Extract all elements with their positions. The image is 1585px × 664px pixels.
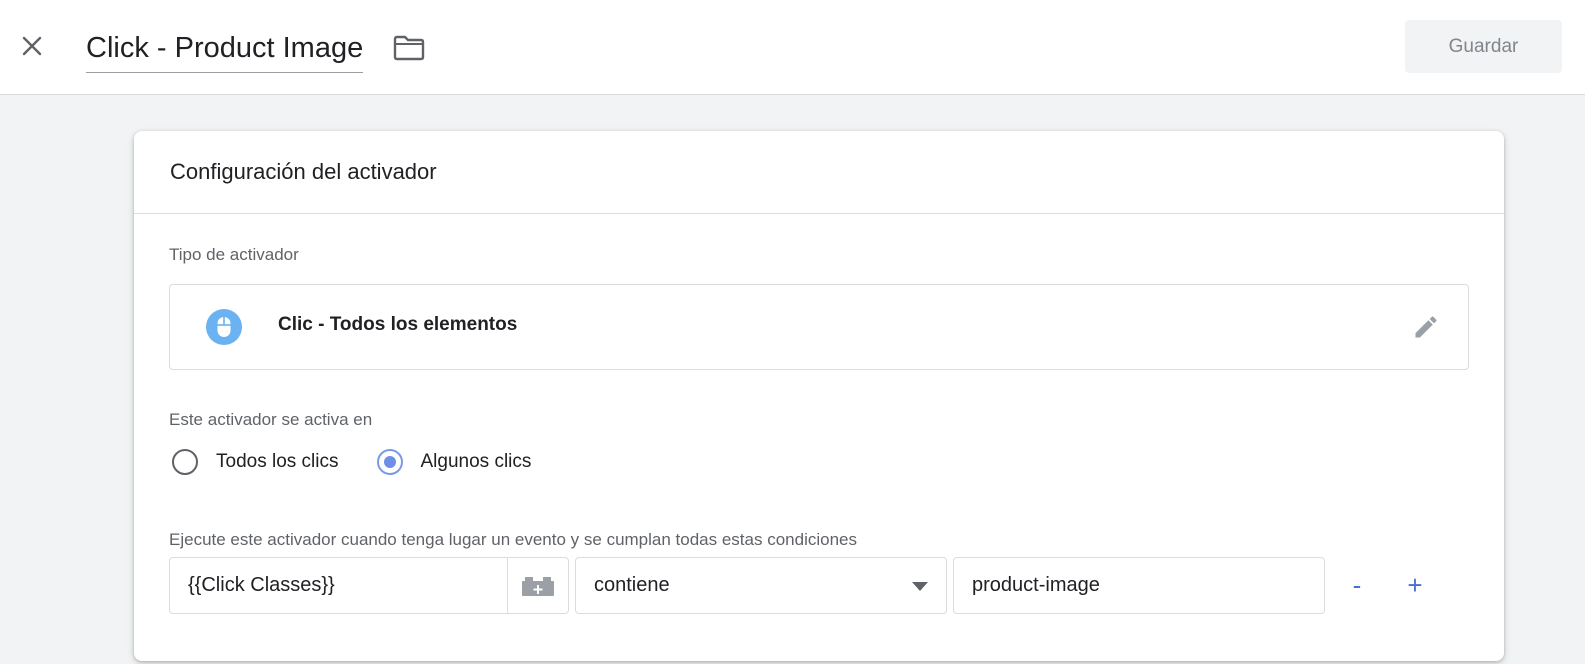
variable-picker-button[interactable] xyxy=(507,558,568,613)
remove-condition-button[interactable]: - xyxy=(1337,557,1377,614)
add-variable-icon xyxy=(522,576,554,596)
condition-operator-value: contiene xyxy=(594,574,670,596)
radio-button-unchecked[interactable] xyxy=(172,449,198,475)
pencil-icon xyxy=(1415,316,1437,338)
fires-on-radio-group: Todos los clics Algunos clics xyxy=(172,449,569,475)
radio-label-all-clicks: Todos los clics xyxy=(216,451,339,472)
folder-icon xyxy=(393,35,425,61)
condition-row: contiene - + xyxy=(169,557,1435,616)
save-button[interactable]: Guardar xyxy=(1405,20,1562,73)
condition-operator-select[interactable]: contiene xyxy=(575,557,947,614)
mouse-icon xyxy=(206,309,242,345)
trigger-type-selector[interactable]: Clic - Todos los elementos xyxy=(169,284,1469,370)
trigger-config-card: Configuración del activador Tipo de acti… xyxy=(134,131,1504,661)
radio-label-some-clicks: Algunos clics xyxy=(420,451,532,472)
radio-option-all-clicks[interactable]: Todos los clics xyxy=(172,449,339,475)
conditions-label: Ejecute este activador cuando tenga luga… xyxy=(169,530,857,549)
condition-value-field xyxy=(953,557,1325,614)
trigger-name-field[interactable]: Click - Product Image xyxy=(86,26,364,73)
chevron-down-icon xyxy=(912,582,928,591)
condition-variable-input[interactable] xyxy=(170,558,507,613)
card-title: Configuración del activador xyxy=(170,159,437,184)
condition-value-input[interactable] xyxy=(954,558,1324,613)
trigger-type-name: Clic - Todos los elementos xyxy=(278,314,518,335)
edit-trigger-type-button[interactable] xyxy=(1410,311,1442,343)
trigger-name: Click - Product Image xyxy=(86,32,364,64)
card-header: Configuración del activador xyxy=(134,131,1504,214)
trigger-type-label: Tipo de activador xyxy=(169,245,299,264)
radio-option-some-clicks[interactable]: Algunos clics xyxy=(376,449,532,475)
condition-variable-field xyxy=(169,557,569,614)
fires-on-label: Este activador se activa en xyxy=(169,410,373,429)
top-bar: Click - Product Image Guardar xyxy=(0,0,1585,95)
folder-button[interactable] xyxy=(392,32,426,64)
close-icon xyxy=(22,36,42,56)
radio-button-checked[interactable] xyxy=(376,449,403,475)
close-button[interactable] xyxy=(14,28,50,64)
add-condition-button[interactable]: + xyxy=(1395,557,1435,614)
